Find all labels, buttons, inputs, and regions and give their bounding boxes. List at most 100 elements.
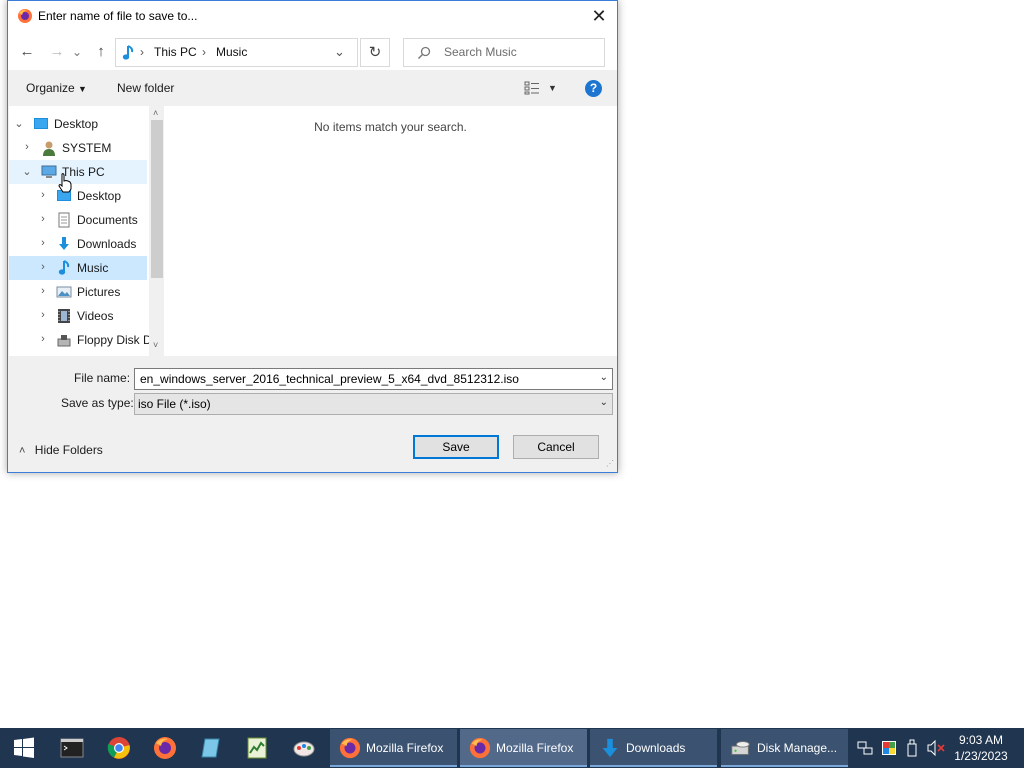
- search-input[interactable]: Search Music: [403, 38, 605, 67]
- up-button[interactable]: ↑: [90, 41, 112, 63]
- documents-icon: [58, 212, 70, 228]
- address-bar[interactable]: › This PC › Music ⌄: [115, 38, 358, 67]
- task-label: Mozilla Firefox: [366, 741, 444, 755]
- file-name-value: en_windows_server_2016_technical_preview…: [140, 372, 519, 386]
- navigation-pane: ⌄ Desktop › SYSTEM ⌄ This PC › Desktop ›…: [9, 106, 163, 356]
- view-dropdown-icon[interactable]: ▼: [548, 83, 557, 93]
- tree-item-this-pc-desktop[interactable]: › Desktop: [9, 184, 147, 208]
- chevron-right-icon[interactable]: ›: [37, 213, 49, 225]
- tree-item-documents[interactable]: › Documents: [9, 208, 147, 232]
- save-form: File name: en_windows_server_2016_techni…: [8, 356, 617, 472]
- chevron-down-icon[interactable]: ⌄: [600, 372, 608, 383]
- music-icon: [58, 260, 70, 275]
- title-bar[interactable]: Enter name of file to save to... ✕: [8, 1, 617, 32]
- notepad-icon[interactable]: [199, 736, 223, 760]
- save-file-dialog: Enter name of file to save to... ✕ ← → ⌄…: [7, 0, 618, 473]
- chevron-right-icon[interactable]: ›: [37, 189, 49, 201]
- file-list-pane[interactable]: No items match your search.: [164, 106, 617, 356]
- nav-scrollbar-thumb[interactable]: [151, 120, 163, 278]
- clock-date: 1/23/2023: [954, 749, 1008, 763]
- task-manager-icon[interactable]: [245, 736, 269, 760]
- tree-item-this-pc[interactable]: ⌄ This PC: [9, 160, 147, 184]
- floppy-icon: [57, 335, 71, 347]
- usb-drive-icon[interactable]: [906, 739, 918, 757]
- breadcrumb-this-pc[interactable]: This PC: [154, 45, 197, 59]
- file-name-label: File name:: [74, 371, 131, 385]
- taskbar-task-disk-management[interactable]: Disk Manage...: [721, 729, 848, 767]
- firefox-icon: [469, 737, 491, 759]
- hide-folders-button[interactable]: ˄ Hide Folders: [19, 443, 103, 457]
- resize-grip-icon[interactable]: ⋰: [606, 459, 614, 468]
- breadcrumb-music[interactable]: Music: [216, 45, 247, 59]
- windows-start-icon[interactable]: [12, 736, 36, 760]
- tree-item-label: Floppy Disk Dri: [77, 333, 159, 347]
- pictures-icon: [56, 286, 72, 298]
- chevron-down-icon[interactable]: ⌄: [334, 44, 345, 60]
- tree-item-label: Music: [77, 261, 109, 275]
- tree-item-label: SYSTEM: [62, 141, 112, 155]
- tree-item-system[interactable]: › SYSTEM: [9, 136, 147, 160]
- forward-button[interactable]: →: [46, 41, 68, 63]
- recent-locations-button[interactable]: ⌄: [70, 41, 84, 63]
- scroll-up-icon[interactable]: ˄: [153, 108, 158, 118]
- color-settings-icon[interactable]: [881, 740, 897, 756]
- file-name-field[interactable]: en_windows_server_2016_technical_preview…: [134, 368, 613, 390]
- chevron-right-icon[interactable]: ›: [37, 285, 49, 297]
- save-button[interactable]: Save: [413, 435, 499, 459]
- chevron-down-icon[interactable]: ⌄: [21, 165, 33, 178]
- chevron-right-icon[interactable]: ›: [37, 309, 49, 321]
- task-label: Mozilla Firefox: [496, 741, 574, 755]
- cancel-button[interactable]: Cancel: [513, 435, 599, 459]
- close-button[interactable]: ✕: [586, 4, 612, 28]
- chevron-right-icon[interactable]: ›: [37, 261, 49, 273]
- tree-item-music[interactable]: › Music: [9, 256, 147, 280]
- save-type-label: Save as type:: [61, 396, 134, 410]
- taskbar-task-firefox-2[interactable]: Mozilla Firefox: [460, 729, 587, 767]
- disk-management-icon: [731, 741, 750, 755]
- task-label: Downloads: [626, 741, 686, 755]
- save-type-value: iso File (*.iso): [138, 397, 211, 411]
- paint-icon[interactable]: [292, 736, 316, 760]
- system-clock[interactable]: 9:03 AM 1/23/2023: [946, 732, 1016, 764]
- tree-item-pictures[interactable]: › Pictures: [9, 280, 147, 304]
- scroll-down-icon[interactable]: ˅: [153, 340, 158, 350]
- tree-item-label: Desktop: [77, 189, 122, 203]
- search-placeholder: Search Music: [444, 45, 517, 59]
- tree-item-label: Documents: [77, 213, 138, 227]
- tree-item-label: Pictures: [77, 285, 121, 299]
- refresh-button[interactable]: ↻: [360, 38, 390, 67]
- caret-down-icon: ▼: [78, 84, 87, 94]
- taskbar-task-firefox-1[interactable]: Mozilla Firefox: [330, 729, 457, 767]
- toolbar: Organize ▼ New folder ▼ ?: [8, 70, 617, 106]
- navigation-bar: ← → ⌄ ↑ › This PC › Music ⌄ ↻ Search Mus…: [8, 32, 617, 70]
- chevron-right-icon[interactable]: ›: [21, 141, 33, 153]
- organize-button[interactable]: Organize ▼: [26, 81, 87, 95]
- downloads-icon: [602, 738, 618, 758]
- firefox-icon: [339, 737, 361, 759]
- chrome-icon[interactable]: [107, 736, 131, 760]
- tree-item-label: Videos: [77, 309, 114, 323]
- new-folder-button[interactable]: New folder: [117, 81, 174, 95]
- tree-item-floppy-disk-drive[interactable]: › Floppy Disk Dri: [9, 328, 158, 352]
- chevron-down-icon[interactable]: ⌄: [13, 117, 25, 130]
- music-icon: [122, 45, 134, 60]
- chevron-right-icon[interactable]: ›: [37, 237, 49, 249]
- help-button[interactable]: ?: [585, 80, 602, 97]
- back-button[interactable]: ←: [16, 41, 38, 63]
- breadcrumb-separator: ›: [202, 45, 206, 59]
- terminal-icon[interactable]: [60, 736, 84, 760]
- tree-item-videos[interactable]: › Videos: [9, 304, 147, 328]
- firefox-icon[interactable]: [153, 736, 177, 760]
- videos-icon: [58, 309, 70, 323]
- tree-item-downloads[interactable]: › Downloads: [9, 232, 147, 256]
- chevron-right-icon[interactable]: ›: [37, 333, 49, 345]
- volume-muted-icon[interactable]: [927, 740, 945, 756]
- network-icon[interactable]: [857, 740, 873, 756]
- tree-item-desktop[interactable]: ⌄ Desktop: [9, 112, 147, 136]
- view-options-icon[interactable]: [524, 81, 540, 95]
- user-icon: [43, 141, 55, 156]
- search-icon: [418, 46, 431, 59]
- computer-icon: [41, 165, 57, 178]
- taskbar-task-downloads[interactable]: Downloads: [590, 729, 717, 767]
- save-type-select[interactable]: iso File (*.iso) ⌄: [134, 393, 613, 415]
